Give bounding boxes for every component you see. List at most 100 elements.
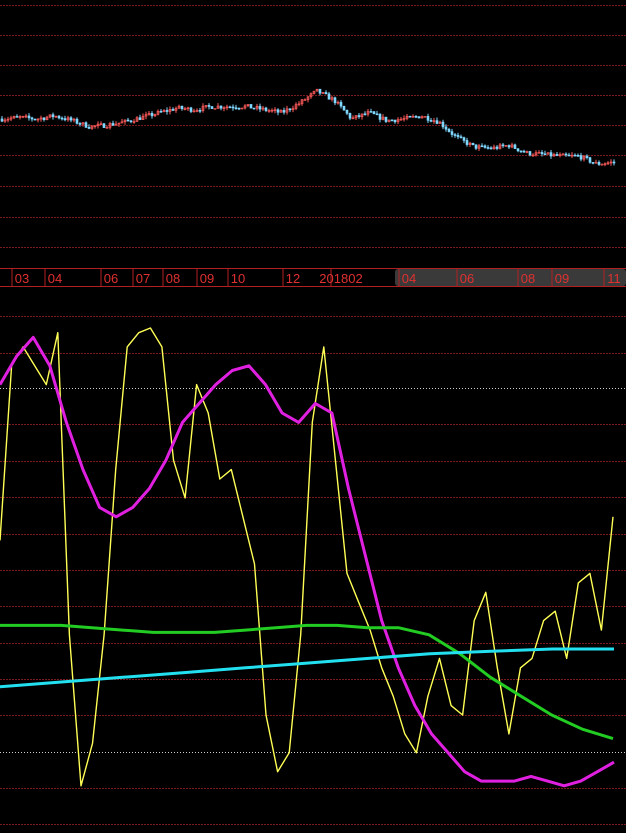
candle-body	[426, 116, 430, 121]
candle-body	[567, 154, 571, 157]
candle-body	[129, 120, 133, 123]
candle-body	[414, 115, 418, 118]
candle-body	[63, 118, 67, 121]
x-tick-label: 09	[555, 271, 569, 286]
candle-body	[588, 157, 592, 163]
candle-body	[150, 113, 154, 117]
candle-body	[519, 150, 523, 153]
candle-body	[87, 127, 91, 129]
candle-body	[501, 144, 505, 147]
candle-body	[288, 108, 292, 111]
candle-body	[78, 123, 82, 125]
candle-body	[69, 117, 73, 121]
candle-body	[210, 106, 214, 109]
candle-body	[555, 154, 559, 156]
x-tick-label: 06	[460, 271, 474, 286]
candle-body	[585, 155, 589, 158]
candle-body	[384, 116, 388, 122]
candle-body	[342, 105, 346, 111]
candle-body	[180, 105, 184, 110]
candle-body	[486, 147, 490, 149]
selected-range-highlight[interactable]	[395, 269, 626, 286]
candle-body	[369, 111, 373, 113]
candle-body	[348, 113, 352, 119]
candle-body	[612, 161, 616, 164]
candle-body	[159, 110, 163, 113]
candle-body	[276, 109, 280, 113]
candle-body	[507, 145, 511, 148]
candle-body	[459, 136, 463, 139]
candle-body	[249, 104, 253, 109]
candle-body	[264, 107, 268, 111]
x-tick-label: 07	[136, 271, 150, 286]
candle-body	[453, 134, 457, 136]
candle-body	[390, 119, 394, 122]
candle-body	[282, 110, 286, 113]
candle-body	[549, 152, 553, 157]
candle-body	[474, 144, 478, 149]
candle-body	[528, 151, 532, 156]
candle-body	[30, 117, 34, 120]
candle-body	[363, 113, 367, 116]
candle-body	[378, 113, 382, 120]
candle-body	[480, 145, 484, 148]
candle-body	[393, 119, 397, 123]
candle-body	[27, 115, 31, 119]
candle-body	[75, 118, 79, 124]
candle-body	[372, 111, 376, 115]
candle-body	[327, 93, 331, 100]
candle-body	[450, 131, 454, 135]
candle-body	[231, 106, 235, 109]
x-tick-label: 10	[231, 271, 245, 286]
candle-body	[573, 154, 577, 157]
candle-body	[516, 148, 520, 152]
candle-body	[228, 106, 232, 109]
candle-body	[543, 153, 547, 156]
candle-body	[408, 115, 412, 118]
x-tick-label: 03	[15, 271, 29, 286]
candle-body	[42, 117, 46, 121]
candle-body	[522, 150, 526, 153]
x-tick-label: 08	[166, 271, 180, 286]
candle-body	[429, 120, 433, 122]
x-tick-label: 09	[200, 271, 214, 286]
candle-body	[456, 134, 460, 138]
stock-chart: 03 04 06 07 08 09 10 12 201802 04 06 08 09 11	[0, 0, 626, 833]
candle-body	[189, 107, 193, 112]
candle-body	[198, 110, 202, 112]
candle-body	[102, 123, 106, 128]
candle-body	[591, 162, 595, 164]
candle-body	[324, 92, 328, 95]
candle-body	[0, 118, 4, 122]
x-tick-label: 11	[607, 271, 621, 286]
candle-body	[345, 109, 349, 114]
candle-body	[258, 106, 262, 110]
candle-body	[60, 117, 64, 120]
x-tick-label: 06	[104, 271, 118, 286]
candle-body	[57, 115, 61, 119]
candle-body	[318, 88, 322, 94]
candle-body	[435, 120, 439, 124]
candle-body	[462, 137, 466, 141]
x-tick-label: 04	[48, 271, 62, 286]
candle-body	[138, 117, 142, 120]
candle-body	[495, 146, 499, 149]
candle-body	[375, 113, 379, 116]
x-tick-label: 08	[521, 271, 535, 286]
candle-body	[444, 126, 448, 130]
x-tick-label: 12	[286, 271, 300, 286]
candle-body	[84, 122, 88, 128]
candle-body	[576, 154, 580, 157]
x-tick-label: 201802	[319, 271, 362, 286]
candle-body	[165, 110, 169, 112]
candle-body	[33, 118, 37, 121]
candle-body	[15, 116, 19, 118]
candle-body	[219, 105, 223, 109]
x-tick-label: 04	[402, 271, 416, 286]
candle-body	[339, 101, 343, 107]
candle-body	[111, 123, 115, 126]
candle-body	[579, 155, 583, 160]
candle-body	[471, 142, 475, 145]
candle-body	[333, 97, 337, 104]
candle-body	[252, 107, 256, 110]
